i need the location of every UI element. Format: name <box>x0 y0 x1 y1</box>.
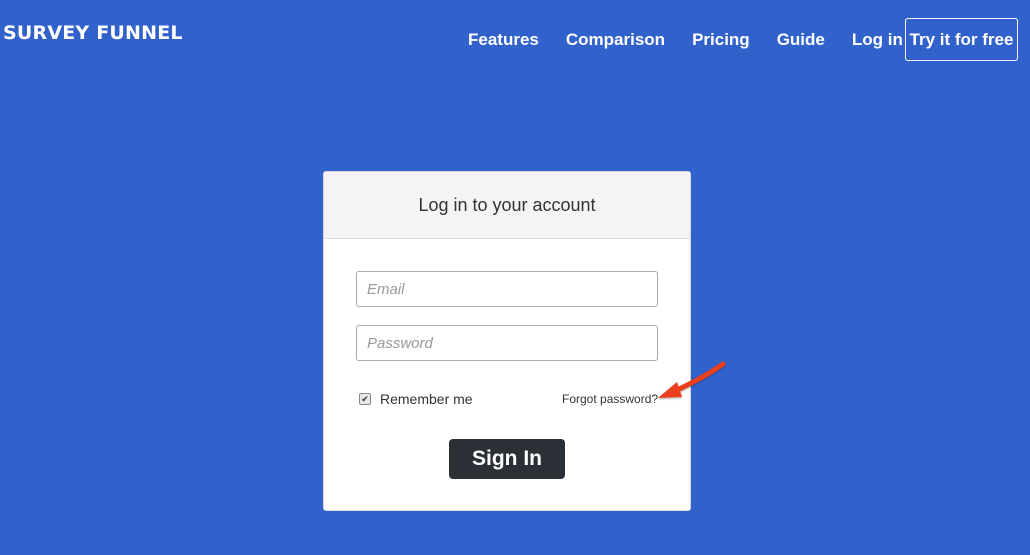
forgot-password-link[interactable]: Forgot password? <box>562 392 658 406</box>
arrow-annotation-icon <box>658 361 726 398</box>
top-nav: Features Comparison Pricing Guide Log in <box>468 30 930 50</box>
sign-in-button[interactable]: Sign In <box>449 439 565 479</box>
nav-item-pricing[interactable]: Pricing <box>692 30 750 50</box>
nav-item-login[interactable]: Log in <box>852 30 903 50</box>
brand-logo[interactable]: SURVEY FUNNEL <box>3 22 183 44</box>
login-card: Log in to your account ✔ Remember me For… <box>323 171 691 511</box>
try-free-button[interactable]: Try it for free <box>905 18 1018 61</box>
remember-me: ✔ Remember me <box>359 391 473 407</box>
nav-item-comparison[interactable]: Comparison <box>566 30 665 50</box>
remember-me-label[interactable]: Remember me <box>380 391 473 407</box>
email-field[interactable] <box>356 271 658 307</box>
password-field[interactable] <box>356 325 658 361</box>
remember-me-checkbox[interactable]: ✔ <box>359 393 371 405</box>
nav-item-guide[interactable]: Guide <box>777 30 825 50</box>
nav-item-features[interactable]: Features <box>468 30 539 50</box>
login-card-title: Log in to your account <box>324 172 690 239</box>
